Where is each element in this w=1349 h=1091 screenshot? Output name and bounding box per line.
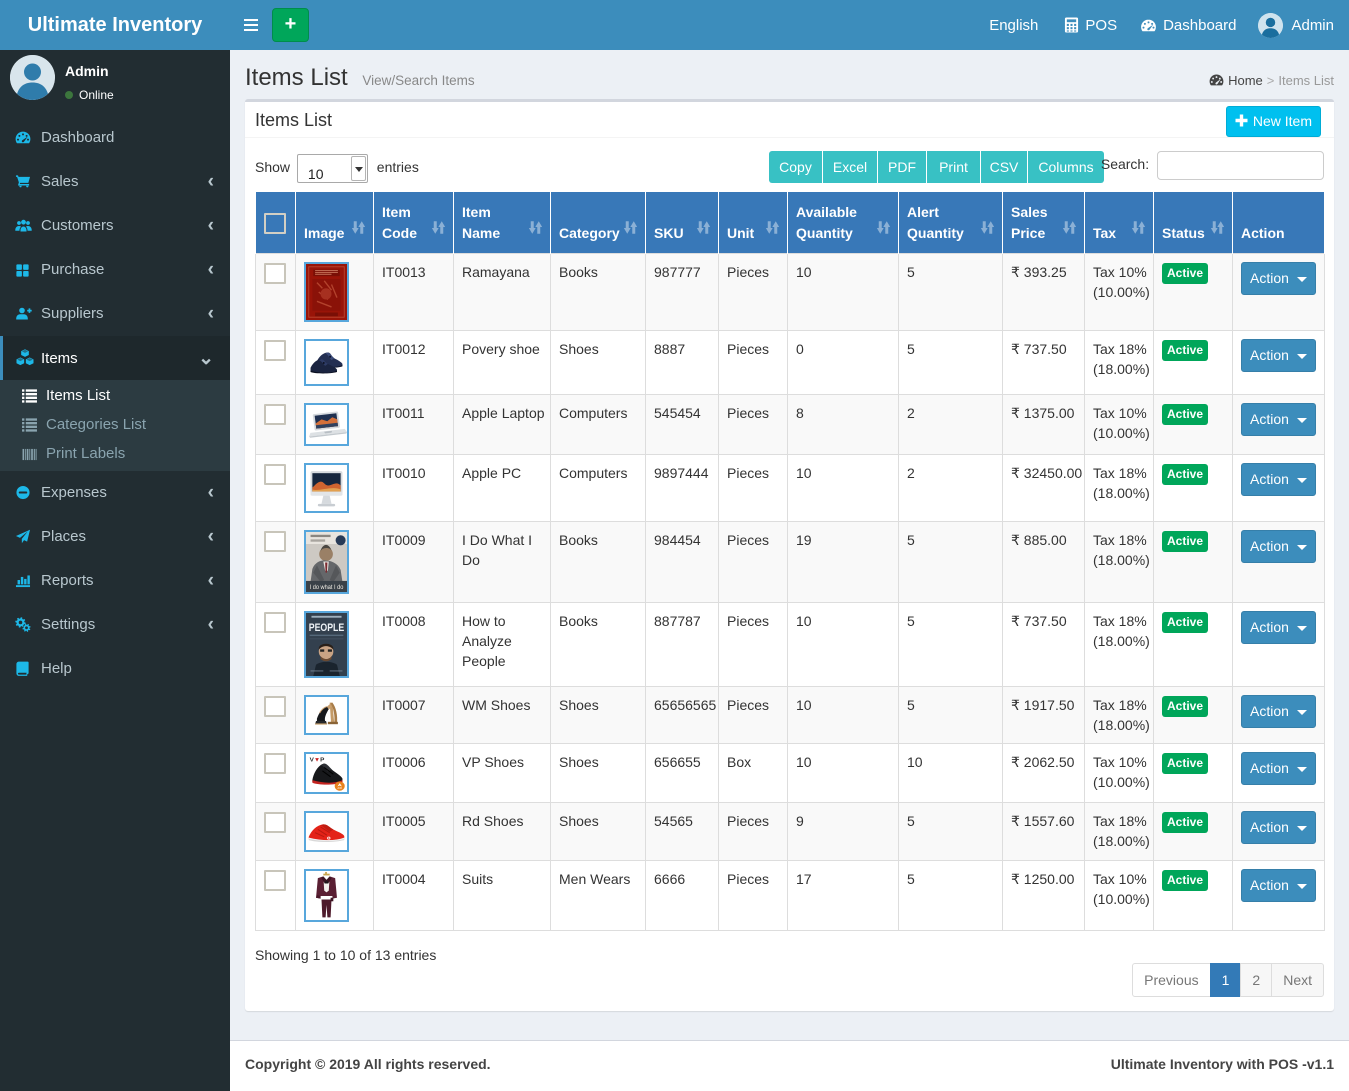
svg-text:AIR: AIR <box>337 786 342 790</box>
svg-text:I do what I do: I do what I do <box>310 585 344 591</box>
svg-text:PEOPLE: PEOPLE <box>309 622 345 634</box>
svg-text:V▼P: V▼P <box>310 757 325 764</box>
